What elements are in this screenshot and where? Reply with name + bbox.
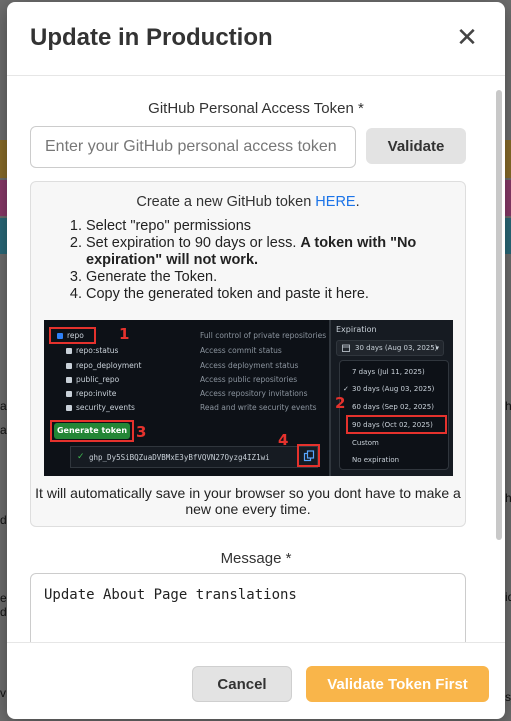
caret-down-icon: ▾ <box>435 344 439 352</box>
github-token-screenshot: repo Full control of private repositorie… <box>44 320 453 476</box>
highlight-box-4 <box>297 444 320 467</box>
permission-name: security_events <box>76 403 135 412</box>
screenshot-permissions-panel: repo Full control of private repositorie… <box>44 320 329 476</box>
expiration-label: Expiration <box>336 325 377 334</box>
background-text: ht <box>505 399 511 413</box>
expiration-menu-image: 7 days (Jul 11, 2025) ✓ 30 days (Aug 03,… <box>339 360 449 470</box>
generated-token-value: ghp_Dy5SiBQZuaDVBMxE3yBfVQVN27Oyzg4IZ1wi <box>89 453 270 462</box>
scrollbar[interactable] <box>496 90 502 540</box>
calendar-icon <box>342 344 350 352</box>
create-token-text: Create a new GitHub token <box>136 194 316 210</box>
message-field-label: Message * <box>220 550 292 567</box>
create-token-period: . <box>355 194 360 210</box>
modal-body[interactable]: GitHub Personal Access Token * Validate … <box>7 76 505 642</box>
expiration-option: 7 days (Jul 11, 2025) <box>352 368 425 376</box>
marker-4: 4 <box>278 431 289 449</box>
token-input[interactable] <box>30 126 356 168</box>
check-icon: ✓ <box>77 451 85 461</box>
background-text: a <box>0 399 7 413</box>
step-item: Select "repo" permissions <box>86 218 466 235</box>
background-text: v <box>0 686 6 700</box>
message-input[interactable]: Update About Page translations <box>30 573 466 642</box>
screenshot-expiration-panel: Expiration 30 days (Aug 03, 2025) ▾ 7 da… <box>331 320 453 476</box>
background-text: d <box>0 513 7 527</box>
step-item: Generate the Token. <box>86 269 466 286</box>
token-instructions: Create a new GitHub token HERE. Select "… <box>30 181 466 527</box>
background-text: id <box>505 590 511 604</box>
permission-desc: Access deployment status <box>200 361 299 370</box>
background-text: se <box>505 690 511 704</box>
marker-1: 1 <box>119 325 130 343</box>
permission-desc: Access public repositories <box>200 375 298 384</box>
checkbox-icon <box>66 405 72 411</box>
validate-button[interactable]: Validate <box>366 128 466 164</box>
checkbox-icon <box>66 348 72 354</box>
instruction-steps: Select "repo" permissions Set expiration… <box>67 218 466 303</box>
checkbox-icon <box>66 363 72 369</box>
expiration-select-image: 30 days (Aug 03, 2025) ▾ <box>336 340 444 356</box>
marker-2: 2 <box>335 394 346 412</box>
modal-footer: Cancel Validate Token First <box>7 642 505 719</box>
modal-header: Update in Production ✕ <box>7 2 505 76</box>
background-text: d <box>0 605 7 619</box>
close-icon[interactable]: ✕ <box>455 24 479 50</box>
check-icon: ✓ <box>343 386 349 393</box>
checkbox-icon <box>66 377 72 383</box>
expiration-option: Custom <box>352 439 379 447</box>
expiration-option: 30 days (Aug 03, 2025) <box>352 385 435 393</box>
permission-desc: Access commit status <box>200 346 282 355</box>
background-text: ht <box>505 491 511 505</box>
marker-3: 3 <box>136 423 147 441</box>
background-text: a <box>0 423 7 437</box>
permission-desc: Full control of private repositories <box>200 331 327 340</box>
create-token-link[interactable]: HERE <box>315 194 355 210</box>
permission-name: repo:status <box>76 346 119 355</box>
modal-title: Update in Production <box>30 24 273 51</box>
permission-desc: Access repository invitations <box>200 389 308 398</box>
validate-token-first-button[interactable]: Validate Token First <box>306 666 489 702</box>
token-field-label: GitHub Personal Access Token * <box>148 100 364 117</box>
expiration-option: No expiration <box>352 456 400 464</box>
step-item: Set expiration to 90 days or less. A tok… <box>86 235 466 269</box>
checkbox-icon <box>66 391 72 397</box>
update-production-modal: Update in Production ✕ GitHub Personal A… <box>7 2 505 719</box>
highlight-box-2 <box>346 415 447 434</box>
permission-name: public_repo <box>76 375 120 384</box>
cancel-button[interactable]: Cancel <box>192 666 292 702</box>
auto-save-note: It will automatically save in your brows… <box>35 485 461 517</box>
expiration-option: 60 days (Sep 02, 2025) <box>352 403 434 411</box>
permission-name: repo_deployment <box>76 361 142 370</box>
generated-token-field: ✓ ghp_Dy5SiBQZuaDVBMxE3yBfVQVN27Oyzg4IZ1… <box>70 446 318 468</box>
create-token-line: Create a new GitHub token HERE. <box>31 194 465 210</box>
step-item: Copy the generated token and paste it he… <box>86 286 466 303</box>
permission-desc: Read and write security events <box>200 403 317 412</box>
permission-name: repo:invite <box>76 389 117 398</box>
highlight-box-3 <box>50 420 134 442</box>
background-text: e <box>0 591 7 605</box>
expiration-selected: 30 days (Aug 03, 2025) <box>355 344 438 352</box>
highlight-box-1 <box>49 327 96 344</box>
